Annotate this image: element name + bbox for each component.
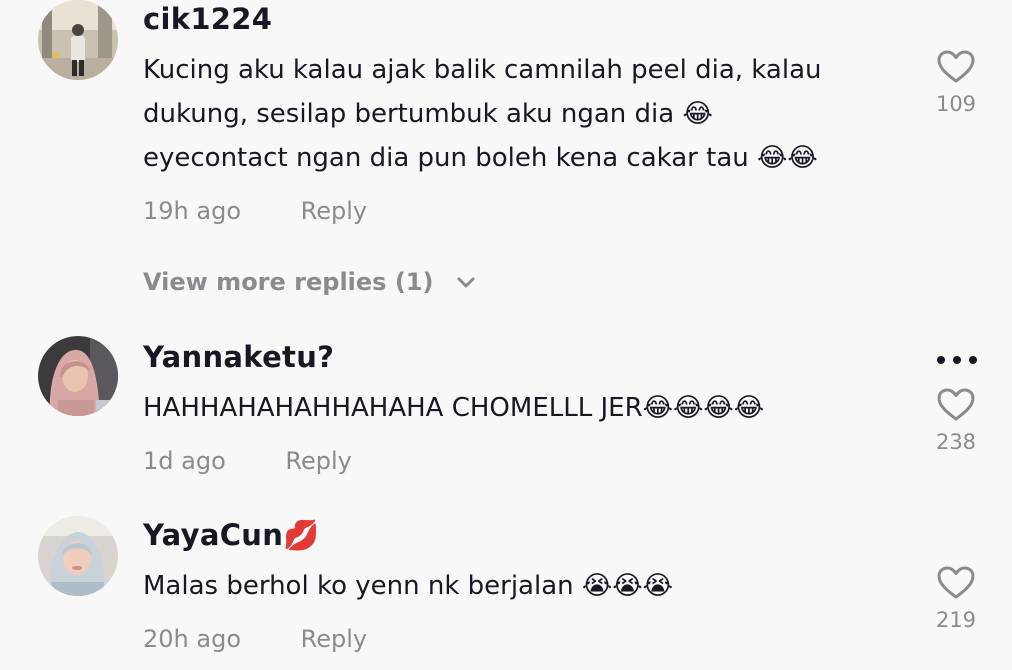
comment-time: 19h ago [143, 197, 242, 225]
heart-outline-icon [937, 566, 975, 599]
view-more-replies[interactable]: View more replies (1) [143, 268, 476, 296]
comment-text: Malas berhol ko yenn nk berjalan 😭😭😭 [143, 564, 903, 608]
comment-line: HAHHAHAHAHHAHAHA CHOMELLL JER😂😂😂😂 [143, 393, 765, 423]
view-more-label: View more replies (1) [143, 268, 434, 296]
comment-meta: 20h ago Reply [143, 625, 367, 653]
reply-button[interactable]: Reply [285, 447, 351, 475]
comment-time: 1d ago [143, 447, 226, 475]
comment-text: Kucing aku kalau ajak balik camnilah pee… [143, 48, 903, 180]
comment-text: HAHHAHAHAHHAHAHA CHOMELLL JER😂😂😂😂 [143, 386, 903, 430]
heart-outline-icon [937, 50, 975, 83]
username[interactable]: YayaCun💋 [143, 518, 320, 553]
like-count: 219 [935, 608, 977, 632]
like-button[interactable]: 238 [918, 388, 994, 454]
comments-panel: cik1224 Kucing aku kalau ajak balik camn… [0, 0, 1012, 670]
comment-meta: 19h ago Reply [143, 197, 367, 225]
person-photo-icon [38, 516, 118, 596]
person-photo-icon [38, 0, 118, 80]
like-count: 109 [935, 92, 977, 116]
like-button[interactable]: 109 [918, 50, 994, 116]
reply-button[interactable]: Reply [301, 197, 367, 225]
comment-line: dukung, sesilap bertumbuk aku ngan dia 😂 [143, 99, 713, 129]
avatar[interactable] [38, 336, 118, 416]
like-count: 238 [935, 430, 977, 454]
chevron-down-icon [457, 277, 475, 288]
person-photo-icon [38, 336, 118, 416]
comment-line: eyecontact ngan dia pun boleh kena cakar… [143, 143, 818, 173]
avatar[interactable] [38, 516, 118, 596]
like-button[interactable]: 219 [918, 566, 994, 632]
reply-button[interactable]: Reply [301, 625, 367, 653]
comment-line: Kucing aku kalau ajak balik camnilah pee… [143, 55, 822, 85]
more-options-button[interactable] [935, 352, 979, 366]
more-dots-icon [937, 356, 977, 364]
username[interactable]: Yannaketu? [143, 340, 334, 374]
avatar[interactable] [38, 0, 118, 80]
comment-meta: 1d ago Reply [143, 447, 352, 475]
username[interactable]: cik1224 [143, 2, 272, 36]
comment-time: 20h ago [143, 625, 242, 653]
heart-outline-icon [937, 388, 975, 421]
comment-line: Malas berhol ko yenn nk berjalan 😭😭😭 [143, 571, 674, 601]
